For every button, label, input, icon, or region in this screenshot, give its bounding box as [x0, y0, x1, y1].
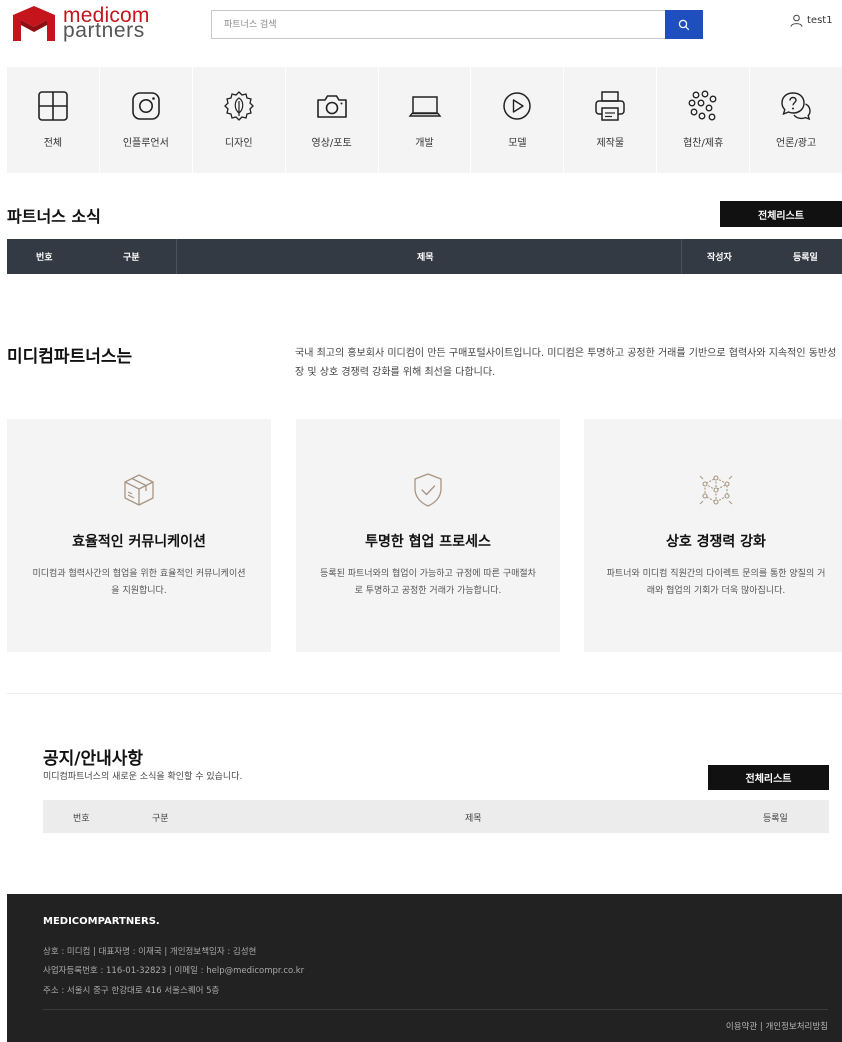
column-header-no: 번호 [36, 253, 53, 263]
notice-table-header: 번호 구분 제목 등록일 [43, 800, 829, 833]
search-icon [678, 19, 690, 30]
printer-icon [595, 91, 626, 121]
column-divider [176, 239, 177, 274]
play-icon [503, 92, 532, 120]
box-icon [124, 474, 154, 506]
about-title: 미디컴파트너스는 [7, 347, 133, 367]
leaf-icon [223, 91, 254, 121]
category-production[interactable]: 제작물 [564, 67, 658, 173]
partners-news-list-button[interactable]: 전체리스트 [720, 201, 842, 227]
category-label: 영상/포토 [311, 138, 352, 149]
category-label: 인플루언서 [122, 138, 169, 149]
notice-list-button[interactable]: 전체리스트 [708, 765, 829, 790]
column-header-no: 번호 [73, 814, 90, 824]
footer-address: 주소 : 서울시 중구 한강대로 416 서울스퀘어 5층 [43, 986, 220, 996]
partners-news-title: 파트너스 소식 [7, 207, 101, 226]
column-header-category: 구분 [152, 814, 169, 824]
camera-icon [316, 95, 347, 118]
dots-cluster-icon [688, 90, 717, 121]
footer-brand: MEDICOMPARTNERS. [43, 916, 160, 927]
category-video-photo[interactable]: 영상/포토 [286, 67, 379, 173]
instagram-icon [132, 92, 160, 120]
search-input[interactable] [212, 11, 665, 38]
category-sponsorship[interactable]: 협찬/제휴 [657, 67, 751, 173]
notice-subtitle: 미디컴파트너스의 새로운 소식을 확인할 수 있습니다. [43, 772, 243, 782]
footer-links: 이용약관 | 개인정보처리방침 [726, 1020, 828, 1032]
category-development[interactable]: 개발 [379, 67, 472, 173]
notice-section [7, 693, 842, 894]
category-label: 개발 [415, 138, 434, 149]
site-logo[interactable]: medicom partners [11, 3, 150, 43]
feature-card-description: 미디컴과 협력사간의 협업을 위한 효율적인 커뮤니케이션을 지원합니다. [32, 569, 246, 596]
terms-link[interactable]: 이용약관 [726, 1022, 757, 1032]
about-description: 국내 최고의 홍보회사 미디컴이 만든 구매포털사이트입니다. 미디컴은 투명하… [295, 348, 837, 378]
partners-news-table-header: 번호 구분 제목 작성자 등록일 [7, 239, 842, 274]
column-header-subject: 제목 [465, 814, 482, 824]
grid-icon [38, 91, 68, 121]
user-icon [790, 14, 803, 27]
feature-card-title: 상호 경쟁력 강화 [666, 534, 766, 550]
search-bar [211, 10, 703, 39]
column-header-date: 등록일 [763, 814, 788, 824]
feature-card-communication: 효율적인 커뮤니케이션 미디컴과 협력사간의 협업을 위한 효율적인 커뮤니케이… [7, 419, 271, 652]
feature-card-description: 등록된 파트너와의 협업이 가능하고 규정에 따른 구매절차로 투명하고 공정한… [320, 569, 536, 596]
category-press-ad[interactable]: 언론/광고 [750, 67, 842, 173]
user-menu[interactable]: test1 [790, 14, 833, 27]
column-header-date: 등록일 [793, 253, 818, 263]
feature-card-title: 투명한 협업 프로세스 [365, 534, 491, 550]
network-cube-icon [699, 475, 733, 505]
shield-check-icon [414, 473, 442, 507]
logo-text-partners: partners [63, 19, 145, 42]
column-header-author: 작성자 [707, 253, 732, 263]
feature-card-process: 투명한 협업 프로세스 등록된 파트너와의 협업이 가능하고 규정에 따른 구매… [296, 419, 560, 652]
category-label: 디자인 [224, 138, 253, 149]
feature-card-title: 효율적인 커뮤니케이션 [72, 534, 206, 550]
category-label: 제작물 [596, 138, 625, 149]
category-nav: 전체 인플루언서 디자인 영상/포토 개발 모델 제작물 협찬/제휴 언론/광고 [7, 67, 842, 173]
category-design[interactable]: 디자인 [193, 67, 286, 173]
category-label: 모델 [508, 138, 527, 149]
feature-card-competitiveness: 상호 경쟁력 강화 파트너와 미디컴 직원간의 다이렉트 문의를 통한 양질의 … [584, 419, 842, 652]
site-footer: MEDICOMPARTNERS. 상호 : 미디컴 | 대표자명 : 이재국 |… [7, 894, 842, 1042]
footer-link-separator: | [759, 1022, 763, 1032]
feature-card-description: 파트너와 미디컴 직원간의 다이렉트 문의를 통한 양질의 거래와 협업의 기회… [606, 569, 826, 596]
category-model[interactable]: 모델 [471, 67, 565, 173]
laptop-icon [408, 96, 441, 117]
footer-divider [43, 1009, 828, 1010]
logo-mark-icon [13, 6, 55, 41]
category-label: 전체 [43, 138, 63, 149]
category-label: 협찬/제휴 [683, 138, 724, 149]
column-divider [681, 239, 682, 274]
category-all[interactable]: 전체 [7, 67, 100, 173]
category-influencer[interactable]: 인플루언서 [100, 67, 193, 173]
question-chat-icon [781, 92, 811, 121]
username: test1 [807, 15, 833, 26]
category-label: 언론/광고 [775, 138, 817, 149]
column-header-subject: 제목 [417, 253, 434, 263]
site-header: medicom partners test1 [0, 0, 842, 48]
footer-business-info: 사업자등록번호 : 116-01-32823 | 이메일 : help@medi… [43, 966, 305, 976]
search-button[interactable] [665, 10, 703, 39]
footer-company-info: 상호 : 미디컴 | 대표자명 : 이재국 | 개인정보책임자 : 김성현 [43, 947, 257, 957]
column-header-category: 구분 [123, 253, 140, 263]
privacy-policy-link[interactable]: 개인정보처리방침 [765, 1022, 828, 1032]
notice-title: 공지/안내사항 [43, 749, 144, 769]
